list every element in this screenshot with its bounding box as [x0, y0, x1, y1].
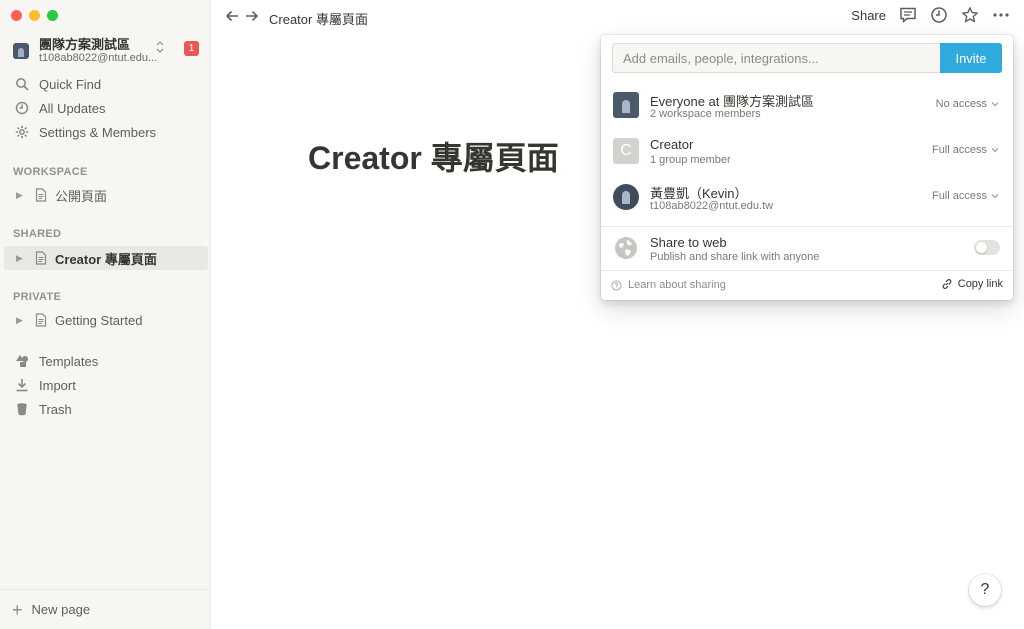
back-arrow-icon[interactable] — [225, 7, 239, 25]
sidebar: 團隊方案測試區 t108ab8022@ntut.edu... 1 Quick F… — [0, 0, 211, 629]
close-window-button[interactable] — [11, 10, 22, 21]
member-name: Creator — [650, 137, 694, 152]
more-options-icon[interactable] — [992, 6, 1010, 24]
member-row-creator: C Creator 1 group member Full access — [601, 131, 1013, 171]
share-button[interactable]: Share — [851, 8, 886, 23]
sidebar-item-label: Quick Find — [39, 76, 102, 92]
access-dropdown[interactable]: Full access — [932, 144, 999, 156]
copy-link-button[interactable]: Copy link — [941, 278, 1003, 290]
gear-icon — [14, 124, 30, 140]
sidebar-item-quick-find[interactable]: Quick Find — [4, 72, 207, 96]
expand-arrow-icon[interactable]: ▶ — [16, 315, 28, 326]
sidebar-item-label: Import — [39, 377, 76, 393]
breadcrumb[interactable]: Creator 專屬頁面 — [269, 9, 368, 28]
member-row-user: 黃豊凱（Kevin） t108ab8022@ntut.edu.tw Full a… — [601, 177, 1013, 217]
sidebar-item-trash[interactable]: Trash — [4, 397, 207, 421]
comment-icon[interactable] — [899, 6, 917, 24]
group-avatar: C — [613, 138, 639, 164]
new-page-button[interactable]: + New page — [0, 589, 211, 629]
expand-arrow-icon[interactable]: ▶ — [16, 190, 28, 201]
chevron-down-icon — [991, 194, 999, 199]
workspace-avatar — [613, 92, 639, 118]
chevron-updown-icon[interactable] — [154, 40, 166, 55]
section-label-shared: SHARED — [13, 228, 62, 240]
divider — [601, 226, 1013, 227]
import-icon — [14, 377, 30, 393]
sidebar-item-all-updates[interactable]: All Updates — [4, 96, 207, 120]
invite-row: Invite — [612, 43, 1002, 73]
new-page-label: New page — [31, 602, 91, 617]
topbar: Creator 專屬頁面 Share — [211, 0, 1024, 33]
page-icon — [34, 313, 48, 327]
globe-icon — [614, 236, 638, 260]
notification-badge[interactable]: 1 — [184, 41, 199, 56]
templates-icon — [14, 353, 30, 369]
share-web-title: Share to web — [650, 235, 727, 250]
sidebar-item-label: Templates — [39, 353, 99, 369]
minimize-window-button[interactable] — [29, 10, 40, 21]
access-label: No access — [935, 98, 987, 110]
invite-button[interactable]: Invite — [940, 43, 1002, 73]
page-icon — [34, 251, 48, 265]
member-sub: 1 group member — [650, 154, 731, 166]
share-web-sub: Publish and share link with anyone — [650, 251, 820, 263]
sidebar-item-label: All Updates — [39, 100, 106, 116]
workspace-avatar — [13, 43, 29, 59]
sidebar-item-import[interactable]: Import — [4, 373, 207, 397]
learn-about-sharing-link[interactable]: Learn about sharing — [611, 279, 726, 291]
share-popup: Invite Everyone at 團隊方案測試區 2 workspace m… — [601, 35, 1013, 300]
history-clock-icon[interactable] — [930, 6, 948, 24]
section-label-workspace: WORKSPACE — [13, 166, 88, 178]
window-controls — [11, 10, 58, 21]
link-icon — [942, 279, 952, 289]
sidebar-bottom-menu: Templates Import Trash — [4, 349, 207, 421]
zoom-window-button[interactable] — [47, 10, 58, 21]
learn-label: Learn about sharing — [628, 279, 726, 291]
avatar — [613, 184, 639, 210]
page-title[interactable]: Creator 專屬頁面 — [308, 133, 559, 179]
sidebar-menu: Quick Find All Updates Settings & Member… — [4, 72, 207, 144]
member-row-everyone: Everyone at 團隊方案測試區 2 workspace members … — [601, 85, 1013, 125]
share-footer: Learn about sharing Copy link — [601, 271, 1013, 300]
help-button[interactable]: ? — [969, 574, 1001, 606]
search-icon — [14, 76, 30, 92]
plus-icon: + — [12, 599, 23, 620]
trash-icon — [14, 401, 30, 417]
workspace-switcher[interactable]: 團隊方案測試區 t108ab8022@ntut.edu... 1 — [13, 36, 203, 66]
sidebar-page-label: Creator 專屬頁面 — [55, 251, 157, 267]
sidebar-item-settings[interactable]: Settings & Members — [4, 120, 207, 144]
star-icon[interactable] — [961, 6, 979, 24]
sidebar-page-label: Getting Started — [55, 312, 143, 328]
sidebar-page-creator[interactable]: ▶ Creator 專屬頁面 — [4, 246, 208, 270]
member-sub: t108ab8022@ntut.edu.tw — [650, 200, 774, 212]
workspace-name: 團隊方案測試區 — [39, 37, 131, 52]
member-sub: 2 workspace members — [650, 108, 761, 120]
sidebar-item-label: Trash — [39, 401, 72, 417]
chevron-down-icon — [991, 148, 999, 153]
chevron-down-icon — [991, 102, 999, 107]
access-dropdown[interactable]: Full access — [932, 190, 999, 202]
question-circle-icon — [611, 279, 622, 291]
access-dropdown[interactable]: No access — [936, 98, 999, 110]
sidebar-page-public[interactable]: ▶ 公開頁面 — [4, 183, 208, 207]
access-label: Full access — [931, 190, 987, 202]
copy-link-label: Copy link — [957, 278, 1003, 290]
section-label-private: PRIVATE — [13, 291, 62, 303]
forward-arrow-icon[interactable] — [245, 7, 259, 25]
sidebar-item-templates[interactable]: Templates — [4, 349, 207, 373]
access-label: Full access — [931, 144, 987, 156]
page-icon — [34, 188, 48, 202]
expand-arrow-icon[interactable]: ▶ — [16, 253, 28, 264]
clock-icon — [14, 100, 30, 116]
share-web-toggle[interactable] — [974, 240, 1000, 255]
sidebar-page-getting-started[interactable]: ▶ Getting Started — [4, 308, 208, 332]
share-to-web-row: Share to web Publish and share link with… — [601, 228, 1013, 268]
sidebar-page-label: 公開頁面 — [55, 188, 108, 204]
workspace-email: t108ab8022@ntut.edu... — [39, 52, 158, 64]
invite-input[interactable] — [612, 43, 940, 73]
sidebar-item-label: Settings & Members — [39, 124, 157, 140]
